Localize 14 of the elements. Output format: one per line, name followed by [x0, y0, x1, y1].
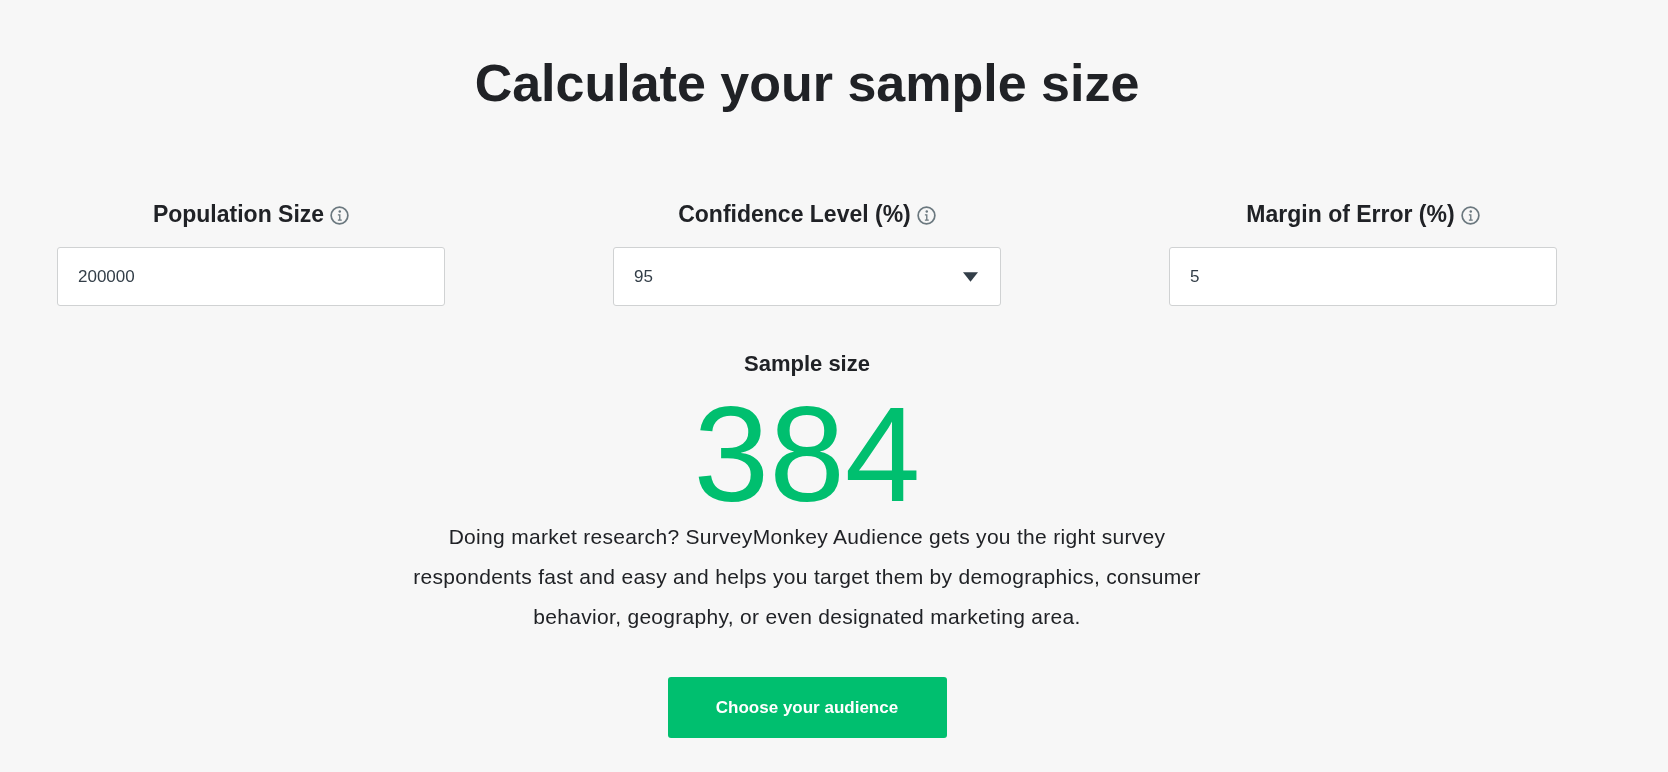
info-icon[interactable] [916, 206, 936, 225]
sample-size-value: 384 [693, 395, 921, 513]
number-input[interactable]: 200000 [57, 247, 445, 306]
field-label: Margin of Error (%) [1246, 200, 1455, 228]
description-text: Doing market research? SurveyMonkey Audience gets you the right survey respondents fast and easy and helps you target them by demographics, consumer behavior, geography, or even designated marketing area. [412, 524, 1202, 630]
info-icon[interactable] [330, 206, 350, 225]
field-label: Confidence Level (%) [678, 200, 911, 228]
page-title: Calculate your sample size [474, 53, 1140, 114]
field-label: Population Size [152, 200, 325, 228]
result-label: Sample size [744, 350, 870, 378]
dropdown-select[interactable]: 95 [613, 247, 1001, 306]
number-input[interactable]: 5 [1169, 247, 1557, 306]
info-icon[interactable] [1460, 206, 1480, 225]
caret-icon [963, 271, 978, 282]
